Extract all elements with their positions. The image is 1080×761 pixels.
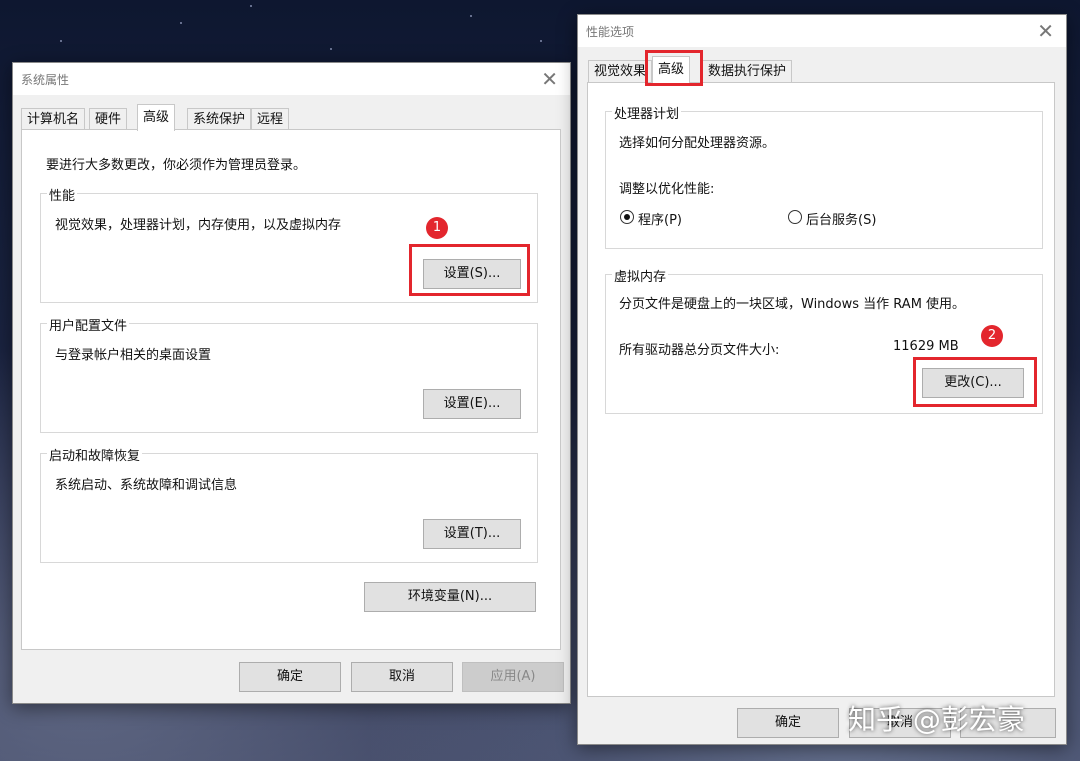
- performance-options-dialog: 性能选项 ✕ 视觉效果 高级 数据执行保护 处理器计划 选择如何分配处理器资源。…: [577, 14, 1067, 745]
- close-icon[interactable]: ✕: [541, 67, 558, 91]
- admin-note: 要进行大多数更改，你必须作为管理员登录。: [46, 158, 307, 173]
- user-profiles-group: 用户配置文件 与登录帐户相关的桌面设置 设置(E)...: [40, 315, 538, 433]
- startup-recovery-legend: 启动和故障恢复: [47, 445, 143, 464]
- star: [330, 48, 332, 50]
- star: [540, 40, 542, 42]
- paging-total-label: 所有驱动器总分页文件大小:: [619, 343, 780, 358]
- radio-background-services-label: 后台服务(S): [806, 213, 877, 228]
- startup-recovery-group: 启动和故障恢复 系统启动、系统故障和调试信息 设置(T)...: [40, 445, 538, 563]
- tab-hardware[interactable]: 硬件: [89, 108, 128, 131]
- tab-remote[interactable]: 远程: [251, 108, 290, 131]
- performance-group: 性能 视觉效果，处理器计划，内存使用，以及虚拟内存 设置(S)...: [40, 185, 538, 303]
- ok-button[interactable]: 确定: [239, 662, 341, 692]
- title-bar: 性能选项 ✕: [578, 15, 1066, 47]
- performance-desc: 视觉效果，处理器计划，内存使用，以及虚拟内存: [55, 218, 342, 233]
- star: [60, 40, 62, 42]
- virtual-memory-group: 虚拟内存 分页文件是硬盘上的一块区域，Windows 当作 RAM 使用。 所有…: [605, 266, 1043, 414]
- advanced-tab-page: 要进行大多数更改，你必须作为管理员登录。 性能 视觉效果，处理器计划，内存使用，…: [21, 129, 561, 650]
- title-bar: 系统属性 ✕: [13, 63, 570, 95]
- tab-data-execution-prevention[interactable]: 数据执行保护: [702, 60, 793, 83]
- user-profiles-desc: 与登录帐户相关的桌面设置: [55, 348, 212, 363]
- star: [180, 22, 182, 24]
- virtual-memory-legend: 虚拟内存: [612, 266, 669, 285]
- apply-button[interactable]: 应用(A): [462, 662, 564, 692]
- step-badge-1: 1: [426, 217, 448, 239]
- startup-recovery-settings-button[interactable]: 设置(T)...: [423, 519, 521, 549]
- user-profiles-legend: 用户配置文件: [47, 315, 130, 334]
- close-icon[interactable]: ✕: [1037, 19, 1054, 43]
- processor-scheduling-group: 处理器计划 选择如何分配处理器资源。 调整以优化性能: 程序(P) 后台服务(S…: [605, 103, 1043, 249]
- environment-variables-button[interactable]: 环境变量(N)...: [364, 582, 536, 612]
- tab-visual-effects[interactable]: 视觉效果: [588, 60, 653, 83]
- performance-legend: 性能: [47, 185, 78, 204]
- virtual-memory-desc: 分页文件是硬盘上的一块区域，Windows 当作 RAM 使用。: [619, 297, 966, 312]
- radio-background-services[interactable]: [788, 210, 802, 224]
- tab-computer-name[interactable]: 计算机名: [21, 108, 86, 131]
- radio-programs[interactable]: [620, 210, 634, 224]
- ok-button[interactable]: 确定: [737, 708, 839, 738]
- tab-advanced[interactable]: 高级: [652, 56, 691, 83]
- performance-settings-button[interactable]: 设置(S)...: [423, 259, 521, 289]
- dialog-title: 性能选项: [586, 25, 635, 39]
- change-button[interactable]: 更改(C)...: [922, 368, 1024, 398]
- paging-total-value: 11629 MB: [893, 339, 959, 354]
- step-badge-2: 2: [981, 325, 1003, 347]
- adjust-label: 调整以优化性能:: [619, 182, 715, 197]
- radio-programs-label: 程序(P): [638, 213, 682, 228]
- advanced-tab-page: 处理器计划 选择如何分配处理器资源。 调整以优化性能: 程序(P) 后台服务(S…: [587, 82, 1055, 697]
- star: [250, 5, 252, 7]
- star: [470, 15, 472, 17]
- system-properties-dialog: 系统属性 ✕ 计算机名 硬件 高级 系统保护 远程 要进行大多数更改，你必须作为…: [12, 62, 571, 704]
- user-profiles-settings-button[interactable]: 设置(E)...: [423, 389, 521, 419]
- tab-advanced[interactable]: 高级: [137, 104, 176, 131]
- cancel-button[interactable]: 取消: [351, 662, 453, 692]
- startup-recovery-desc: 系统启动、系统故障和调试信息: [55, 478, 238, 493]
- processor-desc: 选择如何分配处理器资源。: [619, 136, 776, 151]
- processor-scheduling-legend: 处理器计划: [612, 103, 682, 122]
- tab-system-protection[interactable]: 系统保护: [187, 108, 252, 131]
- watermark: 知乎 @彭宏豪: [848, 703, 1025, 736]
- dialog-title: 系统属性: [21, 73, 70, 87]
